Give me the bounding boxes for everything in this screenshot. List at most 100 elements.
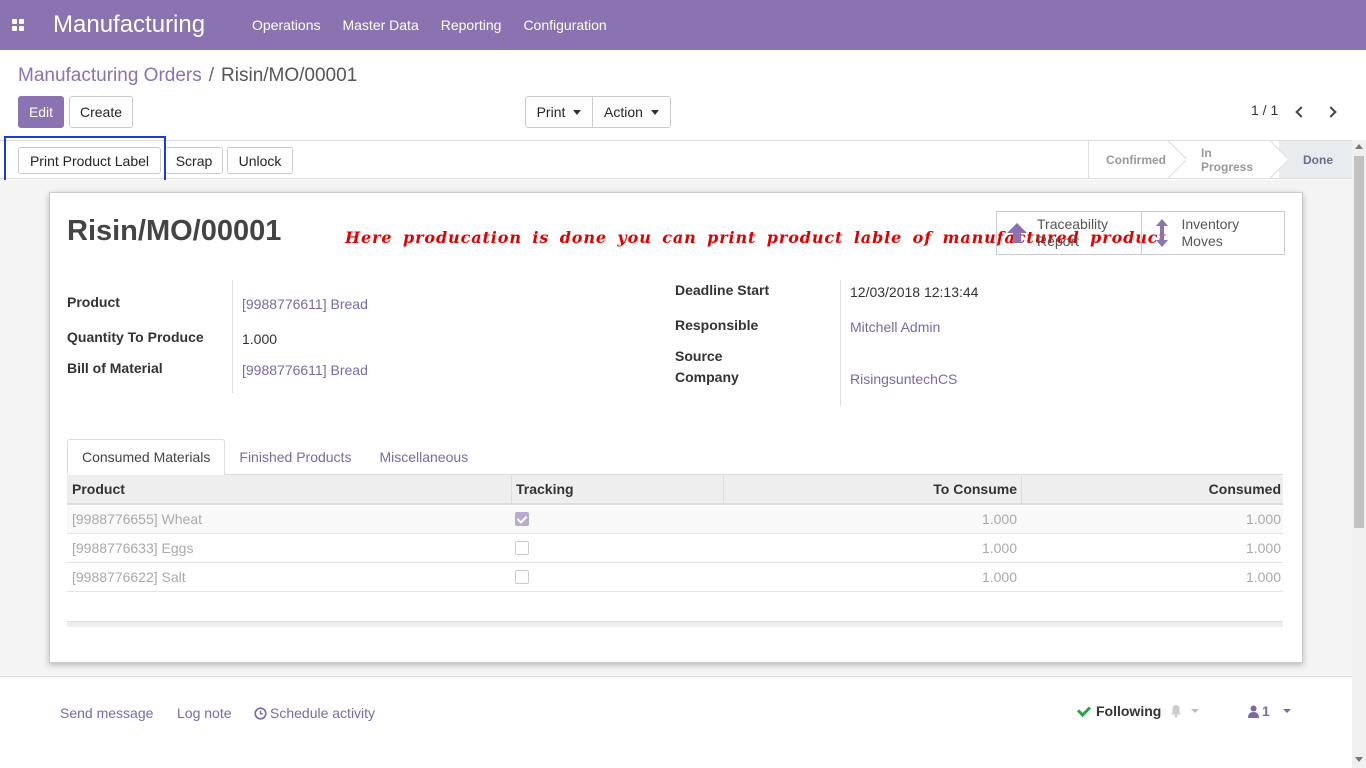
table-header: Product Tracking To Consume Consumed xyxy=(67,475,1283,505)
stage-confirmed-label: Confirmed xyxy=(1106,152,1166,167)
row-product: [9988776633] Eggs xyxy=(72,540,194,556)
menu-master-data[interactable]: Master Data xyxy=(342,17,418,33)
followers-button[interactable]: 1 xyxy=(1248,703,1270,719)
source-label: Source xyxy=(675,348,723,364)
traceability-report-label: Traceability Report xyxy=(1037,216,1108,250)
row-tracking xyxy=(511,505,723,533)
right-field-divider xyxy=(840,280,841,406)
product-value[interactable]: [9988776611] Bread xyxy=(242,296,368,312)
stage-in-progress[interactable]: In Progress xyxy=(1177,141,1279,178)
log-note-link[interactable]: Log note xyxy=(177,705,232,721)
row-to-consume: 1.000 xyxy=(981,569,1017,585)
scroll-up-arrow-icon[interactable] xyxy=(1355,144,1363,149)
breadcrumb-separator: / xyxy=(208,65,215,86)
traceability-label-line1: Traceability xyxy=(1037,216,1109,232)
row-product: [9988776622] Salt xyxy=(72,569,186,585)
action-dropdown[interactable]: Action xyxy=(593,96,671,128)
column-product[interactable]: Product xyxy=(67,475,511,503)
followers-count: 1 xyxy=(1262,703,1270,719)
stage-confirmed[interactable]: Confirmed xyxy=(1089,141,1177,178)
top-navbar: Manufacturing Operations Master Data Rep… xyxy=(0,0,1366,50)
arrow-up-icon xyxy=(997,221,1037,245)
quantity-to-produce-value: 1.000 xyxy=(242,331,278,347)
edit-button[interactable]: Edit xyxy=(18,96,64,128)
caret-down-icon[interactable] xyxy=(1191,709,1199,713)
tab-consumed-materials[interactable]: Consumed Materials xyxy=(67,439,226,475)
send-message-link[interactable]: Send message xyxy=(60,705,153,721)
bill-of-material-label: Bill of Material xyxy=(67,360,163,376)
caret-down-icon[interactable] xyxy=(1283,709,1291,713)
row-to-consume: 1.000 xyxy=(981,511,1017,527)
check-icon xyxy=(1076,702,1092,717)
table-footer xyxy=(67,621,1283,627)
consumed-materials-table: Product Tracking To Consume Consumed [99… xyxy=(67,475,1283,592)
row-tracking xyxy=(511,563,723,591)
table-row[interactable]: [9988776633] Eggs 1.000 1.000 xyxy=(67,534,1283,563)
column-tracking[interactable]: Tracking xyxy=(511,475,723,503)
apps-menu-icon[interactable] xyxy=(0,0,36,50)
responsible-label: Responsible xyxy=(675,317,759,333)
scroll-down-arrow-icon[interactable] xyxy=(1355,757,1363,762)
deadline-start-label: Deadline Start xyxy=(675,282,770,298)
company-label: Company xyxy=(675,369,739,385)
caret-down-icon xyxy=(650,109,659,115)
table-row[interactable]: [9988776622] Salt 1.000 1.000 xyxy=(67,563,1283,592)
scrollbar-thumb[interactable] xyxy=(1354,156,1364,528)
clock-icon xyxy=(254,706,267,720)
chatter-panel xyxy=(0,676,1352,768)
left-field-divider xyxy=(232,280,233,393)
following-label: Following xyxy=(1096,703,1162,719)
action-label: Action xyxy=(604,104,643,120)
caret-down-icon xyxy=(573,109,582,115)
breadcrumb-current: Risin/MO/00001 xyxy=(221,65,358,86)
pager-value[interactable]: 1 / 1 xyxy=(1251,102,1278,118)
unlock-button[interactable]: Unlock xyxy=(227,147,293,174)
pager-previous-icon[interactable] xyxy=(1294,103,1308,121)
tab-finished-products[interactable]: Finished Products xyxy=(225,439,365,475)
traceability-report-button[interactable]: Traceability Report xyxy=(997,212,1141,254)
arrows-vertical-icon xyxy=(1142,219,1182,247)
column-consumed[interactable]: Consumed xyxy=(1021,475,1283,503)
schedule-activity-link[interactable]: Schedule activity xyxy=(254,705,375,721)
table-row[interactable]: [9988776655] Wheat 1.000 1.000 xyxy=(67,505,1283,534)
app-title: Manufacturing xyxy=(53,11,206,38)
print-dropdown[interactable]: Print xyxy=(525,96,593,128)
column-to-consume[interactable]: To Consume xyxy=(723,475,1021,503)
traceability-label-line2: Report xyxy=(1037,233,1080,249)
user-icon xyxy=(1248,705,1259,718)
tab-miscellaneous[interactable]: Miscellaneous xyxy=(365,439,482,475)
checkbox-checked-icon xyxy=(515,512,529,526)
company-value[interactable]: RisingsuntechCS xyxy=(850,371,957,387)
pager-next-icon[interactable] xyxy=(1324,103,1338,121)
inventory-moves-button[interactable]: Inventory Moves xyxy=(1140,212,1285,254)
breadcrumb-parent[interactable]: Manufacturing Orders xyxy=(18,65,202,87)
following-button[interactable]: Following xyxy=(1076,702,1162,719)
record-title: Risin/MO/00001 xyxy=(67,215,282,247)
breadcrumb: Manufacturing Orders / Risin/MO/00001 xyxy=(18,65,357,87)
inventory-label-line1: Inventory xyxy=(1181,216,1240,232)
sidebar-actions: Print Action xyxy=(525,96,671,128)
checkbox-empty-icon xyxy=(515,570,529,584)
responsible-value[interactable]: Mitchell Admin xyxy=(850,319,940,335)
form-sheet xyxy=(49,192,1303,663)
product-label: Product xyxy=(67,294,120,310)
row-to-consume: 1.000 xyxy=(981,540,1017,556)
bell-icon[interactable] xyxy=(1170,704,1182,721)
menu-operations[interactable]: Operations xyxy=(252,17,320,33)
menu-configuration[interactable]: Configuration xyxy=(523,17,606,33)
create-button[interactable]: Create xyxy=(69,96,133,128)
scrap-button[interactable]: Scrap xyxy=(165,147,223,174)
bill-of-material-value[interactable]: [9988776611] Bread xyxy=(242,362,368,378)
row-consumed: 1.000 xyxy=(1245,569,1281,585)
notebook-tabs: Consumed Materials Finished Products Mis… xyxy=(67,439,482,475)
stage-done-label: Done xyxy=(1303,152,1333,167)
stage-done[interactable]: Done xyxy=(1279,141,1355,178)
print-label: Print xyxy=(536,104,566,120)
menu-reporting[interactable]: Reporting xyxy=(441,17,502,33)
inventory-moves-label: Inventory Moves xyxy=(1182,216,1240,250)
highlight-annotation-box xyxy=(4,136,166,182)
smart-buttons: Traceability Report Inventory Moves xyxy=(996,211,1285,255)
row-tracking xyxy=(511,534,723,562)
deadline-start-value: 12/03/2018 12:13:44 xyxy=(850,284,979,300)
inventory-label-line2: Moves xyxy=(1181,233,1223,249)
